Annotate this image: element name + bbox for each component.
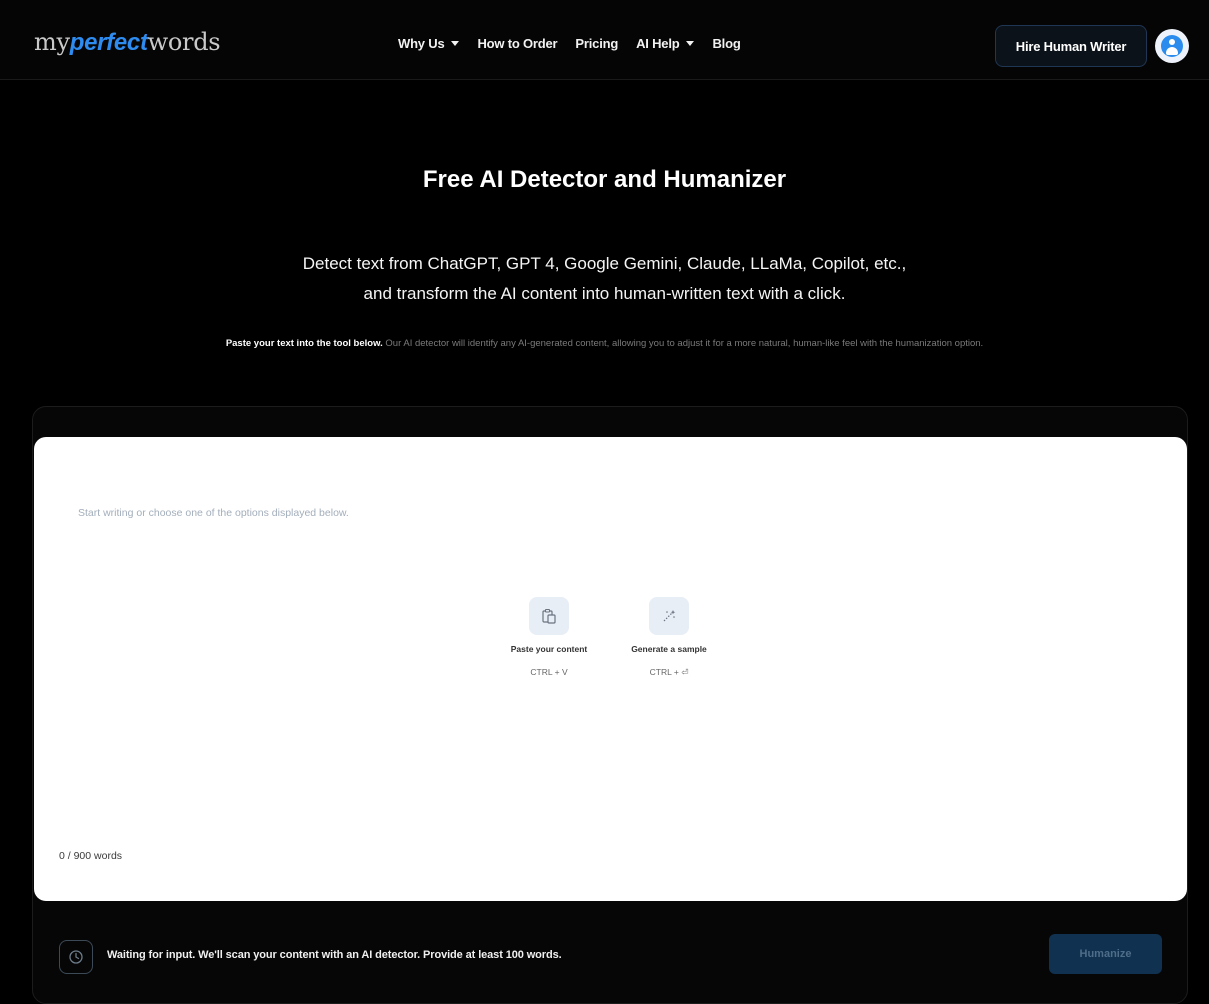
generate-sample-shortcut: CTRL + ⏎ — [649, 667, 689, 677]
subtitle-line-2: and transform the AI content into human-… — [363, 284, 846, 303]
site-logo[interactable]: myperfectwords — [34, 28, 221, 57]
chevron-down-icon — [686, 41, 695, 46]
nav-pricing[interactable]: Pricing — [575, 36, 618, 51]
status-message: Waiting for input. We'll scan your conte… — [107, 949, 562, 961]
logo-part-my: my — [34, 28, 70, 56]
description-bold: Paste your text into the tool below. — [225, 338, 383, 349]
editor-placeholder: Start writing or choose one of the optio… — [78, 507, 349, 519]
generate-sample-option[interactable]: Generate a sample CTRL + ⏎ — [609, 597, 729, 678]
logo-part-words: words — [147, 28, 221, 56]
paste-content-shortcut: CTRL + V — [530, 667, 568, 677]
page-title: Free AI Detector and Humanizer — [422, 166, 787, 193]
page-subtitle: Detect text from ChatGPT, GPT 4, Google … — [0, 249, 1209, 309]
user-avatar-button[interactable] — [1155, 29, 1189, 63]
user-icon — [1161, 35, 1183, 57]
description-rest: Our AI detector will identify any AI-gen… — [382, 338, 984, 349]
sparkle-icon — [649, 597, 689, 635]
subtitle-line-1: Detect text from ChatGPT, GPT 4, Google … — [302, 254, 907, 273]
main-nav: Why Us How to Order Pricing AI Help Blog — [398, 36, 741, 51]
word-count: 0 / 900 words — [59, 850, 123, 862]
clock-icon — [59, 940, 93, 974]
nav-why-us-label: Why Us — [398, 36, 445, 51]
nav-ai-help-label: AI Help — [636, 36, 680, 51]
nav-how-to-order[interactable]: How to Order — [477, 36, 557, 51]
nav-pricing-label: Pricing — [575, 36, 619, 51]
logo-part-perfect: perfect — [69, 29, 148, 56]
nav-how-to-order-label: How to Order — [477, 36, 558, 51]
paste-content-label: Paste your content — [510, 644, 588, 654]
nav-why-us[interactable]: Why Us — [398, 36, 460, 51]
nav-blog-label: Blog — [712, 36, 741, 51]
hire-human-writer-button[interactable]: Hire Human Writer — [995, 25, 1147, 67]
nav-ai-help[interactable]: AI Help — [636, 36, 695, 51]
paste-content-option[interactable]: Paste your content CTRL + V — [489, 597, 609, 677]
site-header: myperfectwords Why Us How to Order Prici… — [0, 0, 1209, 80]
humanize-button[interactable]: Humanize — [1049, 934, 1162, 974]
tool-description: Paste your text into the tool below. Our… — [222, 334, 987, 353]
text-editor[interactable]: Start writing or choose one of the optio… — [34, 437, 1187, 901]
nav-blog[interactable]: Blog — [712, 36, 740, 51]
clipboard-icon — [529, 597, 569, 635]
chevron-down-icon — [451, 41, 460, 46]
generate-sample-label: Generate a sample — [631, 644, 707, 654]
